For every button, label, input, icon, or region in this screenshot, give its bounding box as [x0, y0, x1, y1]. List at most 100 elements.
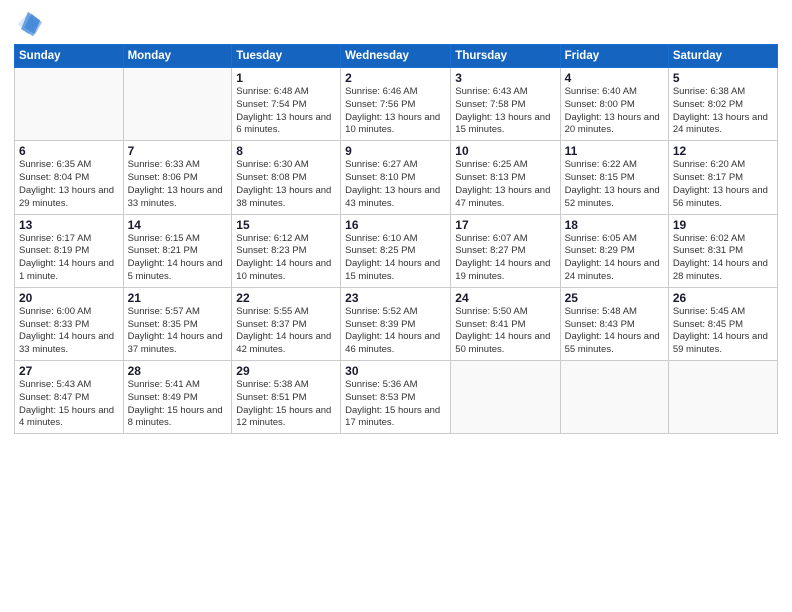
calendar-cell: 8Sunrise: 6:30 AM Sunset: 8:08 PM Daylig…	[232, 141, 341, 214]
calendar-cell: 17Sunrise: 6:07 AM Sunset: 8:27 PM Dayli…	[451, 214, 560, 287]
calendar-cell: 13Sunrise: 6:17 AM Sunset: 8:19 PM Dayli…	[15, 214, 124, 287]
day-number: 8	[236, 144, 336, 158]
calendar-cell	[560, 361, 668, 434]
calendar-week-row: 1Sunrise: 6:48 AM Sunset: 7:54 PM Daylig…	[15, 68, 778, 141]
day-number: 27	[19, 364, 119, 378]
day-number: 14	[128, 218, 228, 232]
day-number: 15	[236, 218, 336, 232]
day-info: Sunrise: 6:22 AM Sunset: 8:15 PM Dayligh…	[565, 159, 664, 210]
calendar-cell: 4Sunrise: 6:40 AM Sunset: 8:00 PM Daylig…	[560, 68, 668, 141]
day-info: Sunrise: 5:41 AM Sunset: 8:49 PM Dayligh…	[128, 379, 228, 430]
calendar-cell: 27Sunrise: 5:43 AM Sunset: 8:47 PM Dayli…	[15, 361, 124, 434]
day-info: Sunrise: 6:38 AM Sunset: 8:02 PM Dayligh…	[673, 86, 773, 137]
day-info: Sunrise: 6:17 AM Sunset: 8:19 PM Dayligh…	[19, 233, 119, 284]
weekday-header-thursday: Thursday	[451, 45, 560, 68]
calendar-table: SundayMondayTuesdayWednesdayThursdayFrid…	[14, 44, 778, 434]
day-info: Sunrise: 5:57 AM Sunset: 8:35 PM Dayligh…	[128, 306, 228, 357]
header	[14, 10, 778, 38]
calendar-cell: 20Sunrise: 6:00 AM Sunset: 8:33 PM Dayli…	[15, 287, 124, 360]
calendar-cell: 29Sunrise: 5:38 AM Sunset: 8:51 PM Dayli…	[232, 361, 341, 434]
day-info: Sunrise: 6:35 AM Sunset: 8:04 PM Dayligh…	[19, 159, 119, 210]
day-info: Sunrise: 6:48 AM Sunset: 7:54 PM Dayligh…	[236, 86, 336, 137]
calendar-cell: 23Sunrise: 5:52 AM Sunset: 8:39 PM Dayli…	[341, 287, 451, 360]
calendar-cell: 24Sunrise: 5:50 AM Sunset: 8:41 PM Dayli…	[451, 287, 560, 360]
day-number: 1	[236, 71, 336, 85]
day-number: 18	[565, 218, 664, 232]
day-info: Sunrise: 6:40 AM Sunset: 8:00 PM Dayligh…	[565, 86, 664, 137]
day-info: Sunrise: 5:36 AM Sunset: 8:53 PM Dayligh…	[345, 379, 446, 430]
weekday-header-row: SundayMondayTuesdayWednesdayThursdayFrid…	[15, 45, 778, 68]
calendar-cell: 28Sunrise: 5:41 AM Sunset: 8:49 PM Dayli…	[123, 361, 232, 434]
day-info: Sunrise: 6:20 AM Sunset: 8:17 PM Dayligh…	[673, 159, 773, 210]
calendar-cell: 9Sunrise: 6:27 AM Sunset: 8:10 PM Daylig…	[341, 141, 451, 214]
weekday-header-friday: Friday	[560, 45, 668, 68]
weekday-header-monday: Monday	[123, 45, 232, 68]
day-info: Sunrise: 6:07 AM Sunset: 8:27 PM Dayligh…	[455, 233, 555, 284]
day-number: 26	[673, 291, 773, 305]
calendar-cell: 30Sunrise: 5:36 AM Sunset: 8:53 PM Dayli…	[341, 361, 451, 434]
weekday-header-saturday: Saturday	[668, 45, 777, 68]
day-number: 30	[345, 364, 446, 378]
day-number: 25	[565, 291, 664, 305]
day-number: 22	[236, 291, 336, 305]
logo	[14, 10, 46, 38]
day-number: 10	[455, 144, 555, 158]
day-info: Sunrise: 6:46 AM Sunset: 7:56 PM Dayligh…	[345, 86, 446, 137]
day-info: Sunrise: 5:50 AM Sunset: 8:41 PM Dayligh…	[455, 306, 555, 357]
day-number: 2	[345, 71, 446, 85]
day-number: 6	[19, 144, 119, 158]
calendar-cell: 26Sunrise: 5:45 AM Sunset: 8:45 PM Dayli…	[668, 287, 777, 360]
day-number: 13	[19, 218, 119, 232]
calendar-cell	[15, 68, 124, 141]
day-info: Sunrise: 6:10 AM Sunset: 8:25 PM Dayligh…	[345, 233, 446, 284]
calendar-week-row: 20Sunrise: 6:00 AM Sunset: 8:33 PM Dayli…	[15, 287, 778, 360]
day-number: 21	[128, 291, 228, 305]
calendar-cell: 10Sunrise: 6:25 AM Sunset: 8:13 PM Dayli…	[451, 141, 560, 214]
day-number: 16	[345, 218, 446, 232]
day-number: 7	[128, 144, 228, 158]
day-info: Sunrise: 5:43 AM Sunset: 8:47 PM Dayligh…	[19, 379, 119, 430]
day-info: Sunrise: 5:38 AM Sunset: 8:51 PM Dayligh…	[236, 379, 336, 430]
day-info: Sunrise: 6:05 AM Sunset: 8:29 PM Dayligh…	[565, 233, 664, 284]
day-info: Sunrise: 6:30 AM Sunset: 8:08 PM Dayligh…	[236, 159, 336, 210]
calendar-cell: 18Sunrise: 6:05 AM Sunset: 8:29 PM Dayli…	[560, 214, 668, 287]
day-info: Sunrise: 6:25 AM Sunset: 8:13 PM Dayligh…	[455, 159, 555, 210]
day-number: 4	[565, 71, 664, 85]
day-info: Sunrise: 6:02 AM Sunset: 8:31 PM Dayligh…	[673, 233, 773, 284]
calendar-cell: 25Sunrise: 5:48 AM Sunset: 8:43 PM Dayli…	[560, 287, 668, 360]
day-info: Sunrise: 5:48 AM Sunset: 8:43 PM Dayligh…	[565, 306, 664, 357]
day-number: 23	[345, 291, 446, 305]
calendar-cell: 7Sunrise: 6:33 AM Sunset: 8:06 PM Daylig…	[123, 141, 232, 214]
calendar-cell: 3Sunrise: 6:43 AM Sunset: 7:58 PM Daylig…	[451, 68, 560, 141]
day-number: 9	[345, 144, 446, 158]
calendar-week-row: 6Sunrise: 6:35 AM Sunset: 8:04 PM Daylig…	[15, 141, 778, 214]
calendar-cell	[123, 68, 232, 141]
day-number: 5	[673, 71, 773, 85]
day-info: Sunrise: 6:12 AM Sunset: 8:23 PM Dayligh…	[236, 233, 336, 284]
weekday-header-sunday: Sunday	[15, 45, 124, 68]
day-number: 19	[673, 218, 773, 232]
day-number: 29	[236, 364, 336, 378]
day-info: Sunrise: 5:55 AM Sunset: 8:37 PM Dayligh…	[236, 306, 336, 357]
calendar-cell: 5Sunrise: 6:38 AM Sunset: 8:02 PM Daylig…	[668, 68, 777, 141]
logo-icon	[14, 10, 42, 38]
page: SundayMondayTuesdayWednesdayThursdayFrid…	[0, 0, 792, 612]
day-info: Sunrise: 6:43 AM Sunset: 7:58 PM Dayligh…	[455, 86, 555, 137]
calendar-cell: 11Sunrise: 6:22 AM Sunset: 8:15 PM Dayli…	[560, 141, 668, 214]
day-info: Sunrise: 5:45 AM Sunset: 8:45 PM Dayligh…	[673, 306, 773, 357]
calendar-cell: 6Sunrise: 6:35 AM Sunset: 8:04 PM Daylig…	[15, 141, 124, 214]
calendar-cell: 21Sunrise: 5:57 AM Sunset: 8:35 PM Dayli…	[123, 287, 232, 360]
day-number: 24	[455, 291, 555, 305]
calendar-cell: 12Sunrise: 6:20 AM Sunset: 8:17 PM Dayli…	[668, 141, 777, 214]
day-info: Sunrise: 6:27 AM Sunset: 8:10 PM Dayligh…	[345, 159, 446, 210]
day-info: Sunrise: 6:00 AM Sunset: 8:33 PM Dayligh…	[19, 306, 119, 357]
day-info: Sunrise: 5:52 AM Sunset: 8:39 PM Dayligh…	[345, 306, 446, 357]
calendar-cell: 16Sunrise: 6:10 AM Sunset: 8:25 PM Dayli…	[341, 214, 451, 287]
day-info: Sunrise: 6:33 AM Sunset: 8:06 PM Dayligh…	[128, 159, 228, 210]
weekday-header-wednesday: Wednesday	[341, 45, 451, 68]
day-number: 12	[673, 144, 773, 158]
calendar-cell: 1Sunrise: 6:48 AM Sunset: 7:54 PM Daylig…	[232, 68, 341, 141]
calendar-week-row: 27Sunrise: 5:43 AM Sunset: 8:47 PM Dayli…	[15, 361, 778, 434]
calendar-cell	[668, 361, 777, 434]
calendar-cell: 22Sunrise: 5:55 AM Sunset: 8:37 PM Dayli…	[232, 287, 341, 360]
